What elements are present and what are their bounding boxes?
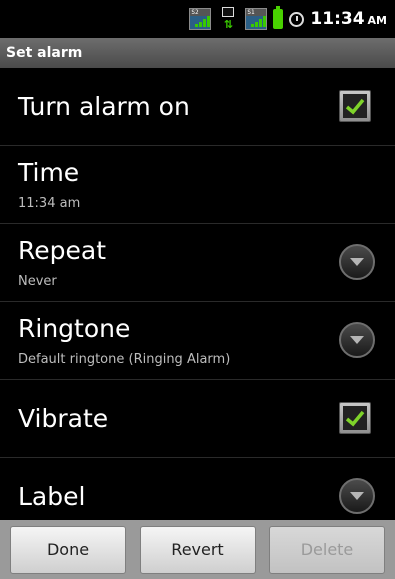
setting-ringtone[interactable]: Ringtone Default ringtone (Ringing Alarm… xyxy=(0,302,395,380)
settings-list: Turn alarm on Time 11:34 am Repeat Never… xyxy=(0,68,395,520)
setting-subtitle: Never xyxy=(18,274,57,289)
repeat-dropdown-icon[interactable] xyxy=(339,244,375,280)
page-title: Set alarm xyxy=(6,45,83,61)
battery-icon xyxy=(273,6,284,29)
sim2-label: S1 xyxy=(246,9,267,16)
checkmark-icon xyxy=(345,98,365,115)
setting-repeat[interactable]: Repeat Never xyxy=(0,224,395,302)
turn-alarm-on-checkbox[interactable] xyxy=(339,90,371,122)
sim2-signal-icon: S1 xyxy=(245,8,268,30)
clock-time: 11:34 xyxy=(310,9,365,29)
delete-button[interactable]: Delete xyxy=(269,525,385,574)
setting-time[interactable]: Time 11:34 am xyxy=(0,146,395,224)
title-bar: Set alarm xyxy=(0,38,395,68)
clock-ampm: AM xyxy=(367,14,387,27)
setting-title: Ringtone xyxy=(18,314,131,343)
sim1-label: S2 xyxy=(190,9,211,16)
done-button[interactable]: Done xyxy=(10,525,126,574)
setting-title: Label xyxy=(18,482,86,511)
alarm-clock-icon xyxy=(289,11,305,27)
setting-vibrate[interactable]: Vibrate xyxy=(0,380,395,458)
button-bar: Done Revert Delete xyxy=(0,520,395,579)
status-clock: 11:34 AM xyxy=(310,9,387,29)
setting-title: Repeat xyxy=(18,236,107,265)
setting-subtitle: 11:34 am xyxy=(18,196,81,211)
revert-button[interactable]: Revert xyxy=(139,525,256,574)
data-transfer-icon: ⇅ xyxy=(217,7,239,31)
ringtone-dropdown-icon[interactable] xyxy=(339,322,375,358)
setting-turn-alarm-on[interactable]: Turn alarm on xyxy=(0,68,395,146)
checkmark-icon xyxy=(345,410,365,427)
status-bar: S2 ⇅ S1 11:34 AM xyxy=(0,0,395,38)
setting-label[interactable]: Label xyxy=(0,458,395,520)
vibrate-checkbox[interactable] xyxy=(339,402,371,434)
sim1-signal-icon: S2 xyxy=(189,8,212,30)
setting-title: Turn alarm on xyxy=(18,92,190,121)
setting-title: Vibrate xyxy=(18,404,109,433)
setting-title: Time xyxy=(18,158,80,187)
setting-subtitle: Default ringtone (Ringing Alarm) xyxy=(18,352,231,367)
label-dropdown-icon[interactable] xyxy=(339,478,375,514)
